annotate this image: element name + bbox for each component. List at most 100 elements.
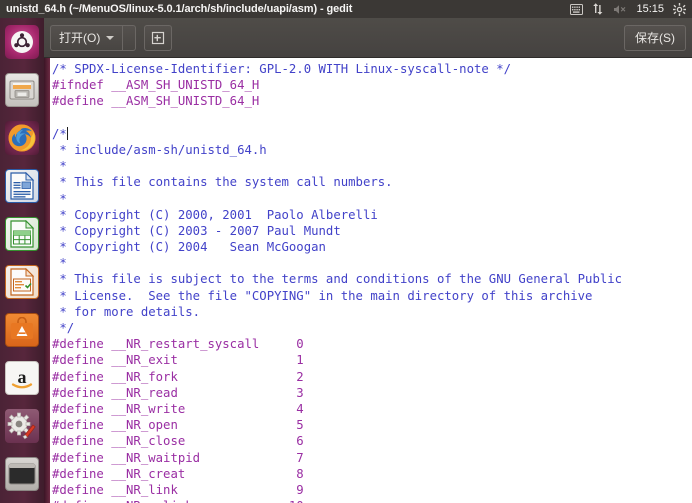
code-line: #define __NR_open 5 [52, 417, 692, 433]
code-line: #define __NR_fork 2 [52, 369, 692, 385]
code-line: #define __NR_waitpid 7 [52, 450, 692, 466]
writer-icon [5, 169, 39, 203]
amazon-icon: a [5, 361, 39, 395]
settings-icon [5, 409, 39, 443]
code-token: * [52, 191, 67, 206]
code-token: #define __NR_exit 1 [52, 353, 304, 368]
code-line: * for more details. [52, 304, 692, 320]
code-token: #define __NR_link 9 [52, 482, 304, 497]
clock[interactable]: 15:15 [636, 3, 664, 15]
volume-indicator-icon[interactable] [613, 4, 627, 15]
code-line: * [52, 191, 692, 207]
new-tab-button[interactable] [144, 24, 173, 51]
sidebar-item-libreoffice-writer[interactable] [0, 162, 44, 210]
terminal-icon [5, 457, 39, 491]
text-cursor [66, 126, 68, 140]
code-token: * Copyright (C) 2003 - 2007 Paul Mundt [52, 223, 341, 238]
code-token: #define __NR_unlink 10 [52, 499, 304, 503]
svg-text:a: a [18, 367, 27, 387]
gedit-headerbar: 打开(O) 保存(S) [44, 18, 692, 58]
code-token: * [52, 256, 67, 271]
code-token: #define __NR_restart_syscall 0 [52, 337, 304, 352]
software-center-icon [5, 313, 39, 347]
sidebar-item-amazon[interactable]: a [0, 354, 44, 402]
code-token: /* [52, 126, 67, 141]
code-token: #define __NR_fork 2 [52, 369, 304, 384]
window-title: unistd_64.h (~/MenuOS/linux-5.0.1/arch/s… [6, 3, 353, 15]
chevron-down-icon [106, 35, 115, 40]
code-token: #define __NR_open 5 [52, 418, 304, 433]
code-token: #ifndef __ASM_SH_UNISTD_64_H [52, 78, 260, 93]
code-line: /* SPDX-License-Identifier: GPL-2.0 WITH… [52, 61, 692, 77]
sidebar-item-files[interactable] [0, 66, 44, 114]
code-token: * [52, 159, 67, 174]
new-document-icon [152, 31, 165, 44]
code-line: #define __NR_restart_syscall 0 [52, 336, 692, 352]
code-line: #define __NR_write 4 [52, 401, 692, 417]
code-token: #define __NR_waitpid 7 [52, 450, 304, 465]
code-token: #define __NR_read 3 [52, 385, 304, 400]
code-token: /* SPDX-License-Identifier: GPL-2.0 WITH… [52, 62, 512, 76]
code-line: * [52, 255, 692, 271]
indicator-tray: 15:15 [570, 2, 692, 16]
top-panel: unistd_64.h (~/MenuOS/linux-5.0.1/arch/s… [0, 0, 692, 18]
code-token: * Copyright (C) 2004 Sean McGoogan [52, 240, 326, 255]
sidebar-item-libreoffice-calc[interactable] [0, 210, 44, 258]
code-token: #define __NR_write 4 [52, 401, 304, 416]
sidebar-item-system-settings[interactable] [0, 402, 44, 450]
code-line: #define __ASM_SH_UNISTD_64_H [52, 93, 692, 109]
firefox-icon [5, 121, 39, 155]
source-code-view[interactable]: /* SPDX-License-Identifier: GPL-2.0 WITH… [50, 58, 692, 503]
code-line: #define __NR_link 9 [52, 482, 692, 498]
sidebar-item-ubuntu-dash[interactable] [0, 18, 44, 66]
code-line: * This file is subject to the terms and … [52, 271, 692, 287]
code-line: #define __NR_exit 1 [52, 352, 692, 368]
ubuntu-logo-icon [5, 25, 39, 59]
calc-icon [5, 217, 39, 251]
code-line: * License. See the file "COPYING" in the… [52, 288, 692, 304]
open-button-group: 打开(O) [50, 24, 137, 51]
code-token: * include/asm-sh/unistd_64.h [52, 142, 267, 157]
code-token: #define __NR_creat 8 [52, 466, 304, 481]
code-line: */ [52, 320, 692, 336]
text-editor-area[interactable]: /* SPDX-License-Identifier: GPL-2.0 WITH… [44, 58, 692, 503]
code-token: * This file is subject to the terms and … [52, 272, 623, 287]
gedit-window: 打开(O) 保存(S) /* SPDX-License-Identifier: … [44, 18, 692, 503]
unity-launcher: a [0, 18, 44, 503]
code-token: * Copyright (C) 2000, 2001 Paolo Alberel… [52, 207, 378, 222]
code-line: * [52, 158, 692, 174]
code-line: * This file contains the system call num… [52, 174, 692, 190]
file-manager-icon [5, 73, 39, 107]
sidebar-item-ubuntu-software[interactable] [0, 306, 44, 354]
sidebar-item-firefox[interactable] [0, 114, 44, 162]
code-line: #ifndef __ASM_SH_UNISTD_64_H [52, 77, 692, 93]
code-line: * include/asm-sh/unistd_64.h [52, 142, 692, 158]
code-line: * Copyright (C) 2003 - 2007 Paul Mundt [52, 223, 692, 239]
network-indicator-icon[interactable] [592, 3, 604, 15]
code-line: * Copyright (C) 2000, 2001 Paolo Alberel… [52, 207, 692, 223]
system-menu-icon[interactable] [673, 2, 686, 16]
code-token: #define __NR_close 6 [52, 434, 304, 449]
code-line: #define __NR_unlink 10 [52, 498, 692, 503]
code-token: #define __ASM_SH_UNISTD_64_H [52, 94, 260, 109]
save-button-label: 保存(S) [635, 31, 675, 45]
code-line: #define __NR_close 6 [52, 433, 692, 449]
code-token: * for more details. [52, 304, 201, 319]
code-line: #define __NR_read 3 [52, 385, 692, 401]
code-token: */ [52, 321, 75, 335]
open-dropdown-button[interactable] [122, 24, 137, 51]
code-line: /* [52, 126, 692, 142]
desktop-screen: unistd_64.h (~/MenuOS/linux-5.0.1/arch/s… [0, 0, 692, 503]
open-button[interactable]: 打开(O) [50, 24, 123, 51]
code-line: #define __NR_creat 8 [52, 466, 692, 482]
code-token: * This file contains the system call num… [52, 175, 393, 190]
open-button-label: 打开(O) [59, 31, 101, 45]
code-token: * License. See the file "COPYING" in the… [52, 288, 593, 303]
sidebar-item-libreoffice-impress[interactable] [0, 258, 44, 306]
save-button[interactable]: 保存(S) [624, 24, 686, 51]
code-line: * Copyright (C) 2004 Sean McGoogan [52, 239, 692, 255]
sidebar-item-terminal[interactable] [0, 450, 44, 498]
impress-icon [5, 265, 39, 299]
keyboard-indicator-icon[interactable] [570, 3, 584, 15]
